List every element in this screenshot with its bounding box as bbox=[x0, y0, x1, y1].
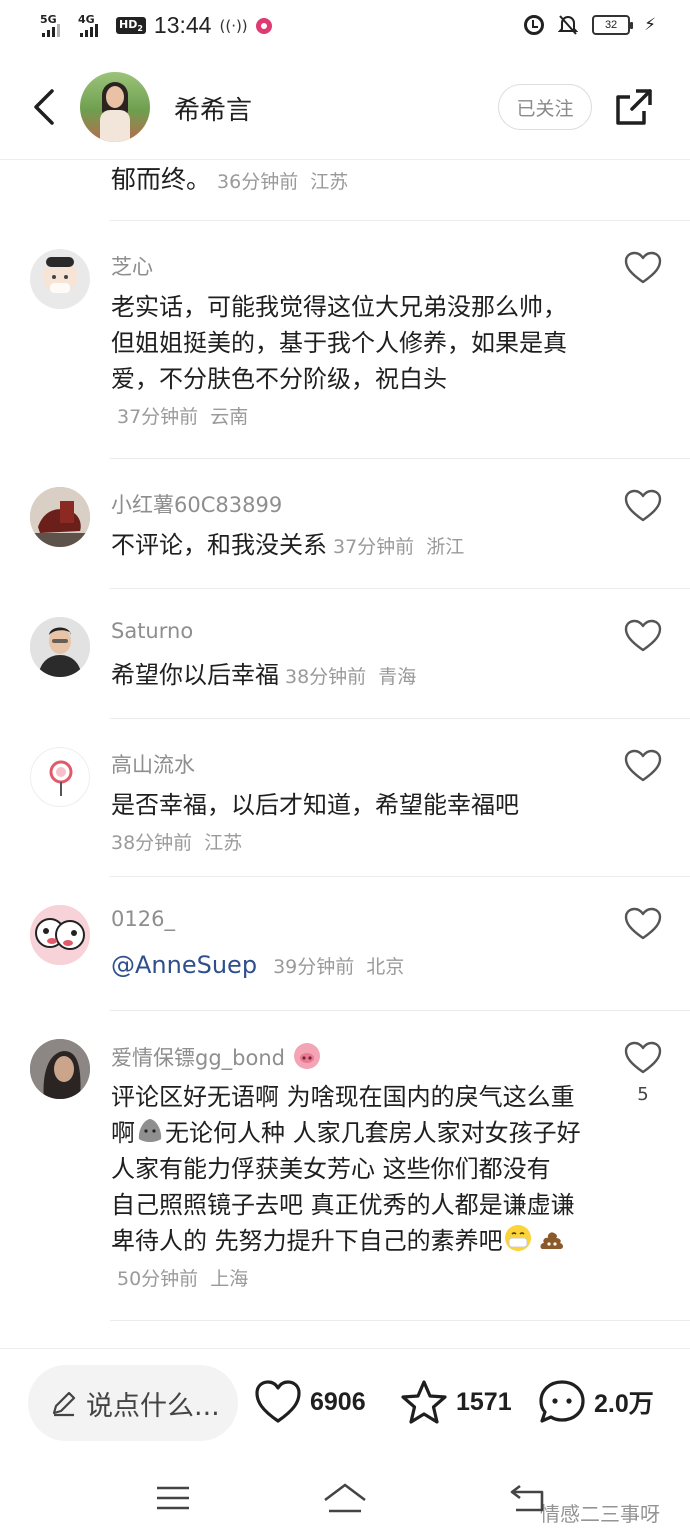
comment-text: @AnneSuep 39分钟前 北京 bbox=[111, 947, 581, 985]
comment-item: 高山流水 是否幸福，以后才知道，希望能幸福吧 38分钟前 江苏 bbox=[0, 719, 690, 877]
user-avatar[interactable] bbox=[30, 747, 90, 807]
heart-icon[interactable] bbox=[624, 489, 662, 523]
comment-button[interactable]: 2.0万 bbox=[538, 1379, 654, 1425]
comment-item: Saturno 希望你以后幸福 38分钟前 青海 bbox=[0, 589, 690, 719]
comment-item: 郁而终。 36分钟前 江苏 bbox=[0, 160, 690, 220]
comment-item: 0126_ @AnneSuep 39分钟前 北京 bbox=[0, 877, 690, 1011]
user-avatar[interactable] bbox=[30, 249, 90, 309]
comment-username[interactable]: 0126_ bbox=[111, 907, 175, 931]
menu-icon[interactable] bbox=[150, 1480, 196, 1516]
comment-text: 老实话，可能我觉得这位大兄弟没那么帅，但姐姐挺美的，基于我个人修养，如果是真爱，… bbox=[111, 293, 567, 428]
heart-icon bbox=[255, 1380, 301, 1423]
heart-icon[interactable] bbox=[624, 907, 662, 941]
favorite-button[interactable]: 1571 bbox=[400, 1379, 512, 1425]
comment-meta: 38分钟前 青海 bbox=[285, 666, 417, 688]
comment-text: 不评论，和我没关系 37分钟前 浙江 bbox=[111, 531, 465, 559]
comment-meta: 39分钟前 北京 bbox=[273, 956, 405, 978]
comment-username[interactable]: 爱情保镖gg_bond bbox=[111, 1041, 322, 1072]
comment-text: 是否幸福，以后才知道，希望能幸福吧 38分钟前 江苏 bbox=[111, 791, 519, 854]
favorite-total: 1571 bbox=[456, 1387, 512, 1416]
like-button[interactable]: 6906 bbox=[254, 1379, 366, 1425]
heart-icon[interactable] bbox=[624, 619, 662, 653]
mask-face-emoji-icon bbox=[504, 1225, 531, 1251]
comment-list[interactable]: 郁而终。 36分钟前 江苏 芝心 老实话，可能我觉得这位大兄弟没那么帅，但姐姐挺美的… bbox=[0, 160, 690, 1348]
comment-item: 芝心 老实话，可能我觉得这位大兄弟没那么帅，但姐姐挺美的，基于我个人修养，如果是… bbox=[0, 221, 690, 458]
comment-meta: 36分钟前 江苏 bbox=[217, 171, 349, 193]
charging-icon: ⚡ bbox=[644, 15, 656, 35]
status-bar: 5G 4G HD2 13:44 ((·)) 32 ⚡ bbox=[0, 0, 690, 54]
profile-header: 希希言 已关注 bbox=[0, 54, 690, 160]
4g-signal-icon: 4G bbox=[78, 13, 108, 37]
watermark: 情感二三事呀 bbox=[540, 1502, 660, 1526]
user-avatar[interactable] bbox=[30, 487, 90, 547]
battery-icon: 32 bbox=[592, 15, 634, 35]
rock-emoji-icon bbox=[138, 1119, 162, 1142]
comment-username[interactable]: 小红薯60C83899 bbox=[111, 489, 282, 519]
comment-input-placeholder: 说点什么... bbox=[86, 1390, 220, 1422]
comment-total: 2.0万 bbox=[594, 1390, 654, 1418]
comment-bubble-icon bbox=[539, 1380, 585, 1423]
pig-emoji-icon bbox=[293, 1043, 320, 1069]
comment-username[interactable]: 芝心 bbox=[111, 251, 153, 281]
comment-item: 爱情保镖gg_bond 评论区好无语啊 为啥现在国内的戾气这么重啊 无论何人种 人… bbox=[0, 1011, 690, 1321]
comment-meta: 37分钟前 浙江 bbox=[333, 536, 465, 558]
comment-text: 评论区好无语啊 为啥现在国内的戾气这么重啊 无论何人种 人家几套房人家对女孩子好人… bbox=[111, 1083, 581, 1290]
poop-emoji-icon bbox=[540, 1232, 563, 1249]
comment-text: 郁而终。 36分钟前 江苏 bbox=[111, 165, 349, 194]
profile-avatar[interactable] bbox=[80, 72, 150, 142]
heart-icon[interactable] bbox=[624, 251, 662, 285]
user-avatar[interactable] bbox=[30, 617, 90, 677]
comment-meta: 37分钟前 云南 bbox=[117, 406, 249, 428]
star-icon bbox=[401, 1380, 447, 1424]
app-notification-icon bbox=[255, 17, 272, 34]
comment-text: 希望你以后幸福 38分钟前 青海 bbox=[111, 661, 417, 689]
chevron-left-icon bbox=[34, 89, 54, 125]
home-icon[interactable] bbox=[322, 1480, 368, 1516]
status-time: 13:44 bbox=[153, 12, 212, 38]
like-total: 6906 bbox=[310, 1387, 366, 1416]
profile-name[interactable]: 希希言 bbox=[174, 90, 252, 127]
user-avatar[interactable] bbox=[30, 905, 90, 965]
hotspot-icon: ((·)) bbox=[219, 16, 248, 35]
comment-item: 小红薯60C83899 不评论，和我没关系 37分钟前 浙江 bbox=[0, 459, 690, 589]
comment-username[interactable]: 高山流水 bbox=[111, 749, 195, 779]
comment-username[interactable]: Saturno bbox=[111, 619, 193, 643]
heart-icon[interactable] bbox=[624, 1041, 662, 1075]
alarm-icon bbox=[524, 15, 545, 35]
comment-input[interactable]: 说点什么... bbox=[28, 1365, 238, 1441]
divider bbox=[110, 1320, 690, 1321]
5g-signal-icon: 5G bbox=[40, 13, 70, 37]
hd-voice-icon: HD2 bbox=[116, 16, 146, 35]
mute-bell-icon bbox=[558, 15, 579, 35]
follow-button[interactable]: 已关注 bbox=[498, 84, 592, 130]
pencil-icon bbox=[52, 1391, 76, 1417]
comment-meta: 50分钟前 上海 bbox=[117, 1268, 249, 1290]
heart-icon[interactable] bbox=[624, 749, 662, 783]
like-count: 5 bbox=[637, 1084, 649, 1105]
screen: 5G 4G HD2 13:44 ((·)) 32 ⚡ 希希言 已关注 郁而终。 … bbox=[0, 0, 690, 1539]
mention-link[interactable]: @AnneSuep bbox=[111, 951, 257, 979]
back-button[interactable] bbox=[24, 82, 64, 132]
share-icon[interactable] bbox=[614, 87, 654, 127]
user-avatar[interactable] bbox=[30, 1039, 90, 1099]
comment-meta: 38分钟前 江苏 bbox=[111, 832, 243, 854]
bottom-action-bar: 说点什么... 6906 1571 2.0万 bbox=[0, 1348, 690, 1458]
